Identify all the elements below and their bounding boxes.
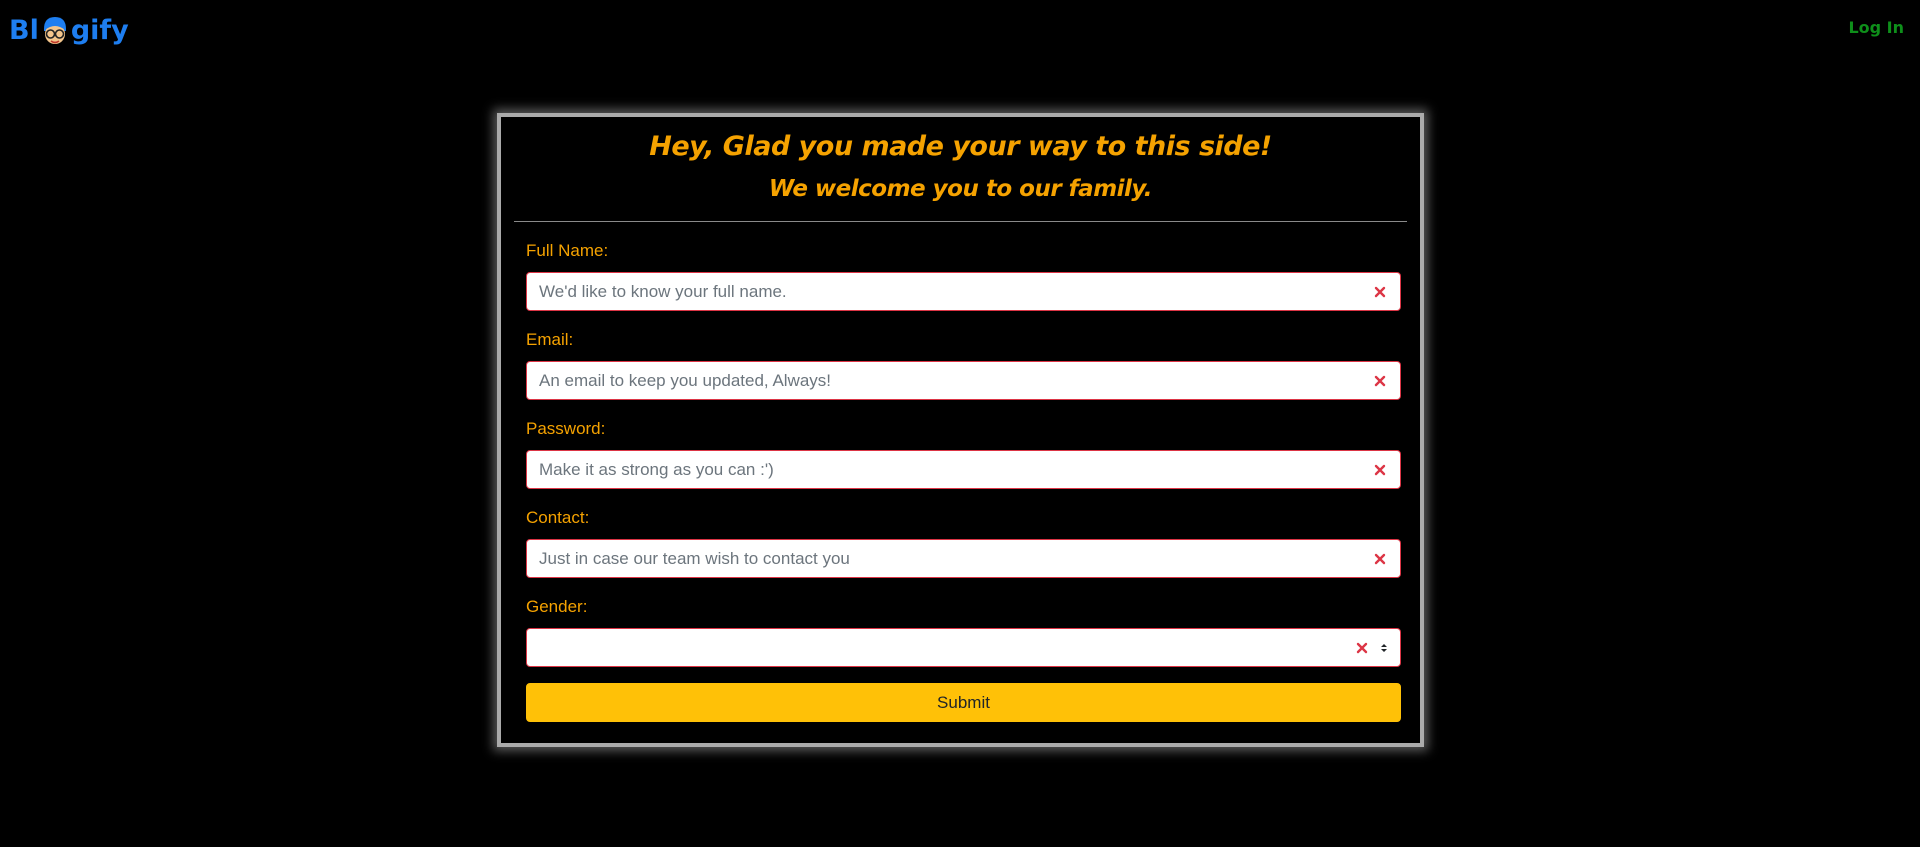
brand-logo[interactable]: Bl gify [9, 13, 129, 49]
select-arrows-icon [1381, 643, 1387, 652]
card-subtitle: We welcome you to our family. [768, 176, 1153, 202]
submit-button[interactable]: Submit [526, 683, 1401, 722]
gender-select[interactable] [527, 629, 1400, 666]
x-mark-icon [1374, 553, 1386, 564]
password-field-wrapper [526, 450, 1401, 489]
password-input[interactable] [527, 451, 1400, 488]
email-label: Email: [526, 330, 574, 349]
glasses-face-icon [43, 17, 66, 44]
x-mark-icon [1356, 642, 1368, 653]
full-name-label: Full Name: [526, 241, 609, 260]
gender-field-wrapper [526, 628, 1401, 667]
email-input[interactable] [527, 362, 1400, 399]
contact-field-wrapper [526, 539, 1401, 578]
full-name-input[interactable] [527, 273, 1400, 310]
logo-prefix: Bl [9, 15, 39, 46]
contact-label: Contact: [526, 508, 590, 527]
x-mark-icon [1374, 464, 1386, 475]
logo-suffix: gify [70, 15, 129, 46]
contact-input[interactable] [527, 540, 1400, 577]
card-title: Hey, Glad you made your way to this side… [649, 131, 1272, 162]
login-link[interactable]: Log In [1848, 18, 1904, 37]
x-mark-icon [1374, 286, 1386, 297]
password-label: Password: [526, 419, 606, 438]
signup-card: Hey, Glad you made your way to this side… [497, 113, 1424, 747]
full-name-field-wrapper [526, 272, 1401, 311]
divider [514, 221, 1407, 222]
x-mark-icon [1374, 375, 1386, 386]
gender-label: Gender: [526, 597, 588, 616]
email-field-wrapper [526, 361, 1401, 400]
navbar: Bl gify Log In [0, 0, 1920, 62]
